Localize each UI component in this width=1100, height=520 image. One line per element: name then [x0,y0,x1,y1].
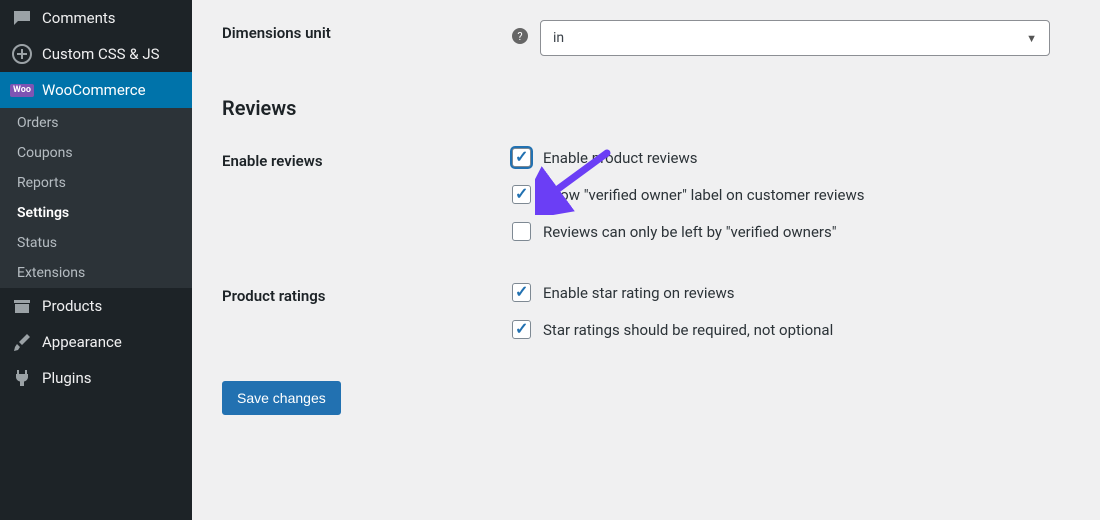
chevron-down-icon: ▼ [1026,32,1037,45]
checkbox-label[interactable]: Reviews can only be left by "verified ow… [543,223,837,241]
submenu-item-status[interactable]: Status [0,228,192,258]
product-ratings-label: Product ratings [222,283,512,305]
enable-product-reviews-checkbox[interactable] [512,148,531,167]
select-value: in [553,30,564,46]
save-changes-button[interactable]: Save changes [222,381,341,415]
checkbox-label[interactable]: Show "verified owner" label on customer … [543,186,865,204]
sidebar-item-woocommerce[interactable]: Woo WooCommerce [0,72,192,108]
only-verified-checkbox[interactable] [512,222,531,241]
checkbox-label[interactable]: Enable star rating on reviews [543,284,735,302]
checkbox-only-verified: Reviews can only be left by "verified ow… [512,222,1070,241]
archive-icon [12,296,32,316]
sidebar-item-custom-css[interactable]: Custom CSS & JS [0,36,192,72]
plus-circle-icon [12,44,32,64]
dimensions-row: Dimensions unit ? in ▼ [222,20,1070,56]
sidebar-item-label: WooCommerce [42,81,146,99]
checkbox-enable-star: Enable star rating on reviews [512,283,1070,302]
product-ratings-row: Product ratings Enable star rating on re… [222,283,1070,357]
checkbox-enable-product-reviews: Enable product reviews [512,148,1070,167]
checkbox-required-star: Star ratings should be required, not opt… [512,320,1070,339]
dimensions-select[interactable]: in ▼ [540,20,1050,56]
settings-content: Dimensions unit ? in ▼ Reviews Enable re… [192,0,1100,520]
verified-owner-checkbox[interactable] [512,185,531,204]
dimensions-label: Dimensions unit [222,20,512,42]
submenu-item-coupons[interactable]: Coupons [0,138,192,168]
plug-icon [12,368,32,388]
sidebar-submenu: Orders Coupons Reports Settings Status E… [0,108,192,288]
help-icon[interactable]: ? [512,28,528,44]
submenu-item-reports[interactable]: Reports [0,168,192,198]
checkbox-label[interactable]: Enable product reviews [543,149,698,167]
reviews-heading: Reviews [222,96,1070,120]
admin-sidebar: Comments Custom CSS & JS Woo WooCommerce… [0,0,192,520]
enable-reviews-row: Enable reviews Enable product reviews Sh… [222,148,1070,259]
comment-icon [12,8,32,28]
required-star-checkbox[interactable] [512,320,531,339]
brush-icon [12,332,32,352]
sidebar-item-plugins[interactable]: Plugins [0,360,192,396]
sidebar-item-appearance[interactable]: Appearance [0,324,192,360]
checkbox-verified-owner: Show "verified owner" label on customer … [512,185,1070,204]
sidebar-item-label: Products [42,297,102,315]
submenu-item-settings[interactable]: Settings [0,198,192,228]
sidebar-item-products[interactable]: Products [0,288,192,324]
sidebar-item-label: Custom CSS & JS [42,45,160,63]
sidebar-item-label: Plugins [42,369,91,387]
checkbox-label[interactable]: Star ratings should be required, not opt… [543,321,833,339]
enable-star-checkbox[interactable] [512,283,531,302]
enable-reviews-label: Enable reviews [222,148,512,170]
sidebar-item-comments[interactable]: Comments [0,0,192,36]
submenu-item-orders[interactable]: Orders [0,108,192,138]
sidebar-item-label: Appearance [42,333,122,351]
sidebar-item-label: Comments [42,9,116,27]
woo-icon: Woo [12,80,32,100]
submenu-item-extensions[interactable]: Extensions [0,258,192,288]
